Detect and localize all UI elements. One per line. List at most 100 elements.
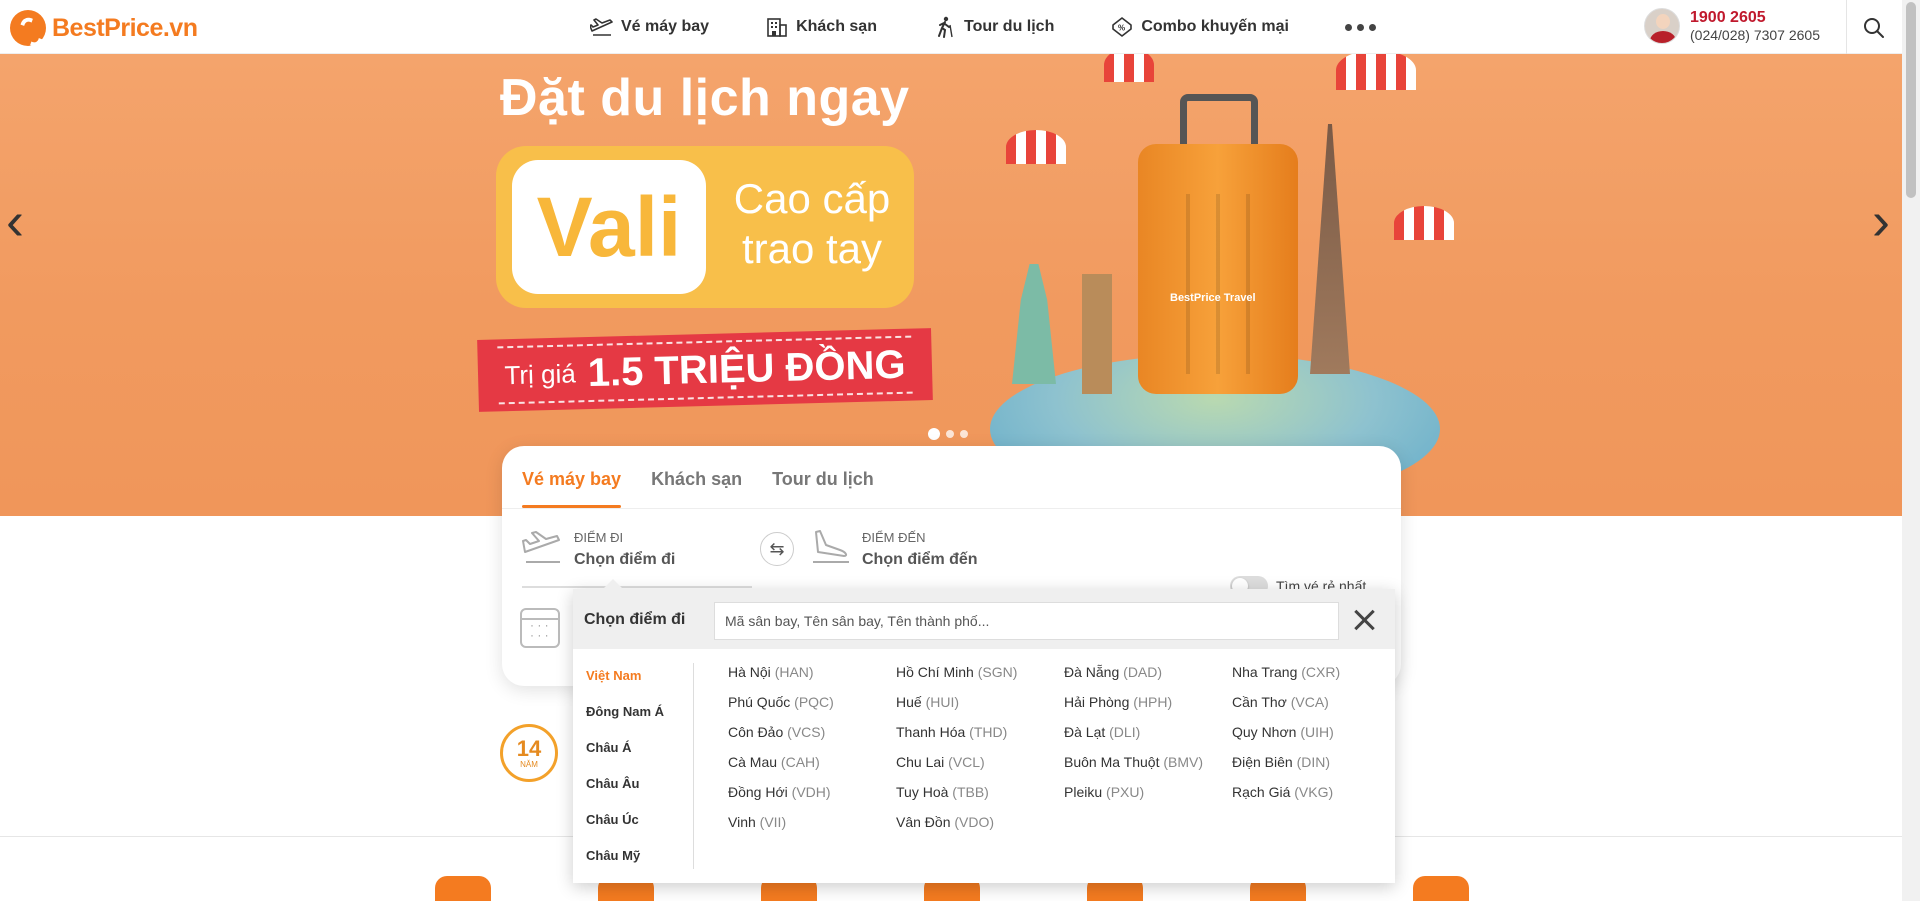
city-code: (VCS) <box>787 724 826 740</box>
site-header: BestPrice.vn Vé máy bay Khách sạn Tour d… <box>0 0 1902 54</box>
city-name: Cần Thơ <box>1232 694 1287 710</box>
region-list: Việt Nam Đông Nam Á Châu Á Châu Âu Châu … <box>586 665 696 881</box>
more-dots-icon[interactable] <box>1344 23 1376 31</box>
nav-hotels[interactable]: Khách sạn <box>765 16 877 38</box>
city-code: (VCA) <box>1290 694 1329 710</box>
banner-prev-arrow-icon[interactable]: ‹ <box>6 194 24 248</box>
tab-hotels[interactable]: Khách sạn <box>651 469 742 508</box>
takeoff-icon <box>522 531 560 563</box>
tab-tours[interactable]: Tour du lịch <box>772 469 874 508</box>
city-name: Nha Trang <box>1232 664 1298 680</box>
nav-flights[interactable]: Vé máy bay <box>590 16 709 38</box>
city-option[interactable]: Cần Thơ (VCA) <box>1232 691 1388 721</box>
city-code: (VCL) <box>948 754 985 770</box>
parachute-icon <box>1006 130 1066 164</box>
from-field[interactable]: ĐIỂM ĐI Chọn điểm đi <box>522 528 675 569</box>
airport-search-input[interactable] <box>714 602 1339 640</box>
city-code: (DLI) <box>1109 724 1141 740</box>
city-option[interactable]: Pleiku (PXU) <box>1064 781 1232 811</box>
city-option[interactable]: Hà Nội (HAN) <box>728 661 896 691</box>
region-australia[interactable]: Châu Úc <box>586 809 696 845</box>
support-avatar <box>1644 8 1680 44</box>
city-name: Đà Nẵng <box>1064 664 1120 680</box>
region-southeast-asia[interactable]: Đông Nam Á <box>586 701 696 737</box>
search-tabs: Vé máy bay Khách sạn Tour du lịch <box>522 446 874 508</box>
city-option[interactable]: Vinh (VII) <box>728 811 896 841</box>
city-option[interactable]: Tuy Hoà (TBB) <box>896 781 1064 811</box>
city-code: (DIN) <box>1296 754 1331 770</box>
to-field[interactable]: ĐIỂM ĐẾN Chọn điểm đến <box>810 528 978 569</box>
city-option[interactable]: Rạch Giá (VKG) <box>1232 781 1388 811</box>
city-code: (SGN) <box>977 664 1018 680</box>
banner-pagination <box>928 428 968 440</box>
banner-dot-1[interactable] <box>928 428 940 440</box>
banner-next-arrow-icon[interactable]: › <box>1872 194 1890 248</box>
city-option[interactable]: Côn Đảo (VCS) <box>728 721 896 751</box>
banner-dot-2[interactable] <box>946 430 954 438</box>
city-code: (DAD) <box>1123 664 1163 680</box>
suitcase-label: BestPrice Travel <box>1170 292 1256 304</box>
city-grid: Hà Nội (HAN) Hồ Chí Minh (SGN) Đà Nẵng (DA… <box>728 661 1388 841</box>
to-value: Chọn điểm đến <box>862 551 978 568</box>
city-code: (HUI) <box>925 694 960 710</box>
vali-word: Vali <box>512 160 706 294</box>
city-code: (VII) <box>759 814 787 830</box>
header-divider <box>1846 0 1847 54</box>
city-name: Phú Quốc <box>728 694 791 710</box>
nav-flights-label: Vé máy bay <box>621 18 710 35</box>
eiffel-tower-illustration <box>1310 124 1350 374</box>
close-icon[interactable] <box>1349 605 1379 635</box>
dropdown-title: Chọn điểm đi <box>584 611 686 628</box>
city-name: Vân Đồn <box>896 814 951 830</box>
service-more-icon[interactable] <box>1413 876 1469 901</box>
suitcase-ribs <box>1160 194 1276 374</box>
city-name: Buôn Ma Thuột <box>1064 754 1160 770</box>
city-option[interactable]: Thanh Hóa (THD) <box>896 721 1064 751</box>
city-name: Đồng Hới <box>728 784 788 800</box>
city-option[interactable]: Huế (HUI) <box>896 691 1064 721</box>
hotline[interactable]: 1900 2605 (024/028) 7307 2605 <box>1644 8 1820 44</box>
city-option[interactable]: Điện Biên (DIN) <box>1232 751 1388 781</box>
service-flight-icon[interactable] <box>435 876 491 901</box>
from-label: ĐIỂM ĐI <box>574 530 624 545</box>
city-option[interactable]: Quy Nhơn (UIH) <box>1232 721 1388 751</box>
nav-combo[interactable]: % Combo khuyến mại <box>1110 16 1289 38</box>
city-option[interactable]: Phú Quốc (PQC) <box>728 691 896 721</box>
banner-dot-3[interactable] <box>960 430 968 438</box>
page-scrollbar[interactable] <box>1902 0 1920 901</box>
region-asia[interactable]: Châu Á <box>586 737 696 773</box>
city-option[interactable]: Cà Mau (CAH) <box>728 751 896 781</box>
departure-dropdown: Chọn điểm đi Việt Nam Đông Nam Á Châu Á … <box>573 579 1395 883</box>
city-code: (CXR) <box>1301 664 1341 680</box>
calendar-icon[interactable] <box>520 608 560 648</box>
city-option[interactable]: Nha Trang (CXR) <box>1232 661 1388 691</box>
city-option[interactable]: Hải Phòng (HPH) <box>1064 691 1232 721</box>
search-icon[interactable] <box>1862 16 1886 40</box>
tab-flights[interactable]: Vé máy bay <box>522 469 622 508</box>
scroll-thumb[interactable] <box>1906 2 1916 198</box>
region-america[interactable]: Châu Mỹ <box>586 845 696 881</box>
vali-side-text: Cao cấp trao tay <box>722 174 902 274</box>
city-option[interactable]: Đà Nẵng (DAD) <box>1064 661 1232 691</box>
city-option[interactable]: Vân Đồn (VDO) <box>896 811 1064 841</box>
city-option[interactable]: Hồ Chí Minh (SGN) <box>896 661 1064 691</box>
landing-icon <box>813 530 849 563</box>
parachute-icon <box>1104 54 1154 82</box>
city-code: (THD) <box>969 724 1008 740</box>
swap-icon[interactable]: ⇆ <box>760 532 794 566</box>
region-vietnam[interactable]: Việt Nam <box>586 665 696 701</box>
city-name: Côn Đảo <box>728 724 784 740</box>
nav-tours[interactable]: Tour du lịch <box>933 16 1054 38</box>
city-option[interactable]: Chu Lai (VCL) <box>896 751 1064 781</box>
years-badge-text: NĂM <box>520 759 538 769</box>
city-option[interactable]: Đà Lạt (DLI) <box>1064 721 1232 751</box>
city-option[interactable]: Đồng Hới (VDH) <box>728 781 896 811</box>
vali-side-line2: trao tay <box>741 225 883 272</box>
region-europe[interactable]: Châu Âu <box>586 773 696 809</box>
logo[interactable]: BestPrice.vn <box>10 10 198 46</box>
city-name: Thanh Hóa <box>896 724 966 740</box>
from-underline <box>522 586 752 588</box>
city-name: Điện Biên <box>1232 754 1293 770</box>
nav-tours-label: Tour du lịch <box>963 18 1055 35</box>
city-option[interactable]: Buôn Ma Thuột (BMV) <box>1064 751 1232 781</box>
